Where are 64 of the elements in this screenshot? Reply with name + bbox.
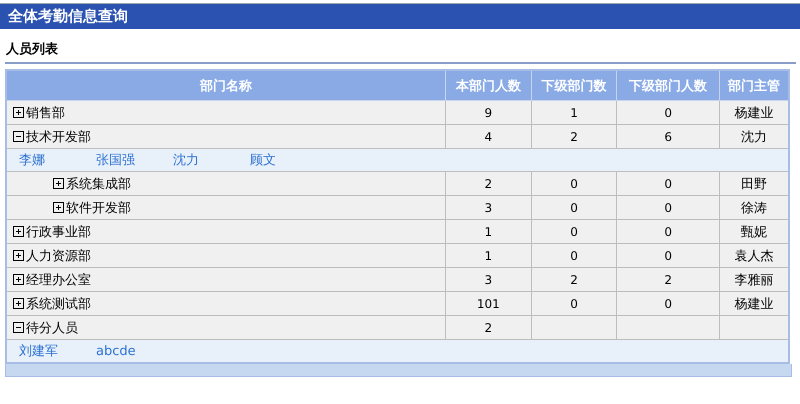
table-cell: 0 [531, 220, 617, 244]
department-name[interactable]: 待分人员 [26, 320, 78, 336]
table-cell: 2 [531, 268, 617, 292]
table-cell: 0 [531, 196, 617, 220]
table-cell: 徐涛 [720, 196, 789, 220]
column-header[interactable]: 下级部门人数 [616, 70, 720, 100]
column-header[interactable]: 本部门人数 [446, 70, 532, 100]
table-cell: 6 [616, 124, 720, 148]
member-link[interactable]: 刘建军 [19, 342, 96, 360]
expand-icon[interactable] [13, 274, 24, 284]
table-cell: 0 [531, 172, 617, 196]
table-cell: 杨建业 [720, 100, 789, 124]
table-cell: 4 [446, 124, 532, 148]
expand-icon[interactable] [13, 298, 24, 308]
table-cell: 1 [531, 100, 617, 124]
table-cell: 0 [616, 100, 720, 124]
table-cell: 甄妮 [720, 220, 789, 244]
table-cell: 田野 [720, 172, 789, 196]
member-link[interactable]: 张国强 [96, 151, 173, 169]
table-cell: 0 [531, 292, 617, 316]
expand-icon[interactable] [13, 106, 24, 118]
department-name[interactable]: 经理办公室 [26, 272, 91, 288]
department-name[interactable]: 销售部 [26, 106, 65, 120]
table-cell: 1 [446, 220, 532, 244]
member-link[interactable]: 顾文 [250, 151, 327, 169]
table-cell: 0 [616, 196, 720, 220]
department-name[interactable]: 行政事业部 [26, 224, 91, 240]
table-cell: 袁人杰 [720, 244, 789, 268]
table-cell: 3 [446, 196, 532, 220]
column-header[interactable]: 下级部门数 [531, 70, 617, 100]
member-link[interactable]: 沈力 [173, 151, 250, 169]
table-cell: 0 [616, 292, 720, 316]
department-name[interactable]: 软件开发部 [66, 200, 131, 216]
table-cell: 9 [446, 100, 532, 124]
member-link[interactable]: 李娜 [19, 151, 96, 169]
department-name[interactable]: 系统集成部 [66, 176, 131, 192]
window-title: 全体考勤信息查询 [8, 7, 128, 26]
collapse-icon[interactable] [13, 322, 24, 332]
table-cell: 2 [531, 124, 617, 148]
table-cell: 李雅丽 [720, 268, 789, 292]
table-cell: 0 [616, 172, 720, 196]
department-name[interactable]: 技术开发部 [26, 130, 91, 144]
table-cell: 1 [446, 244, 532, 268]
column-header[interactable]: 部门主管 [720, 70, 789, 100]
expand-icon[interactable] [53, 202, 64, 212]
table-cell: 0 [616, 220, 720, 244]
table-cell: 2 [616, 268, 720, 292]
collapse-icon[interactable] [13, 130, 24, 142]
expand-icon[interactable] [13, 226, 24, 236]
department-name[interactable]: 人力资源部 [26, 248, 91, 264]
member-link[interactable]: abcde [96, 344, 173, 359]
department-name[interactable]: 系统测试部 [26, 296, 91, 312]
table-cell: 2 [446, 316, 532, 340]
expand-icon[interactable] [13, 250, 24, 260]
table-cell: 101 [446, 292, 532, 316]
expand-icon[interactable] [53, 178, 64, 188]
table-cell: 杨建业 [720, 292, 789, 316]
section-title: 人员列表 [6, 42, 58, 57]
table-cell: 2 [446, 172, 532, 196]
table-cell: 3 [446, 268, 532, 292]
table-cell: 沈力 [720, 124, 789, 148]
table-cell: 0 [616, 244, 720, 268]
table-cell: 0 [531, 244, 617, 268]
column-header[interactable]: 部门名称 [6, 70, 446, 100]
